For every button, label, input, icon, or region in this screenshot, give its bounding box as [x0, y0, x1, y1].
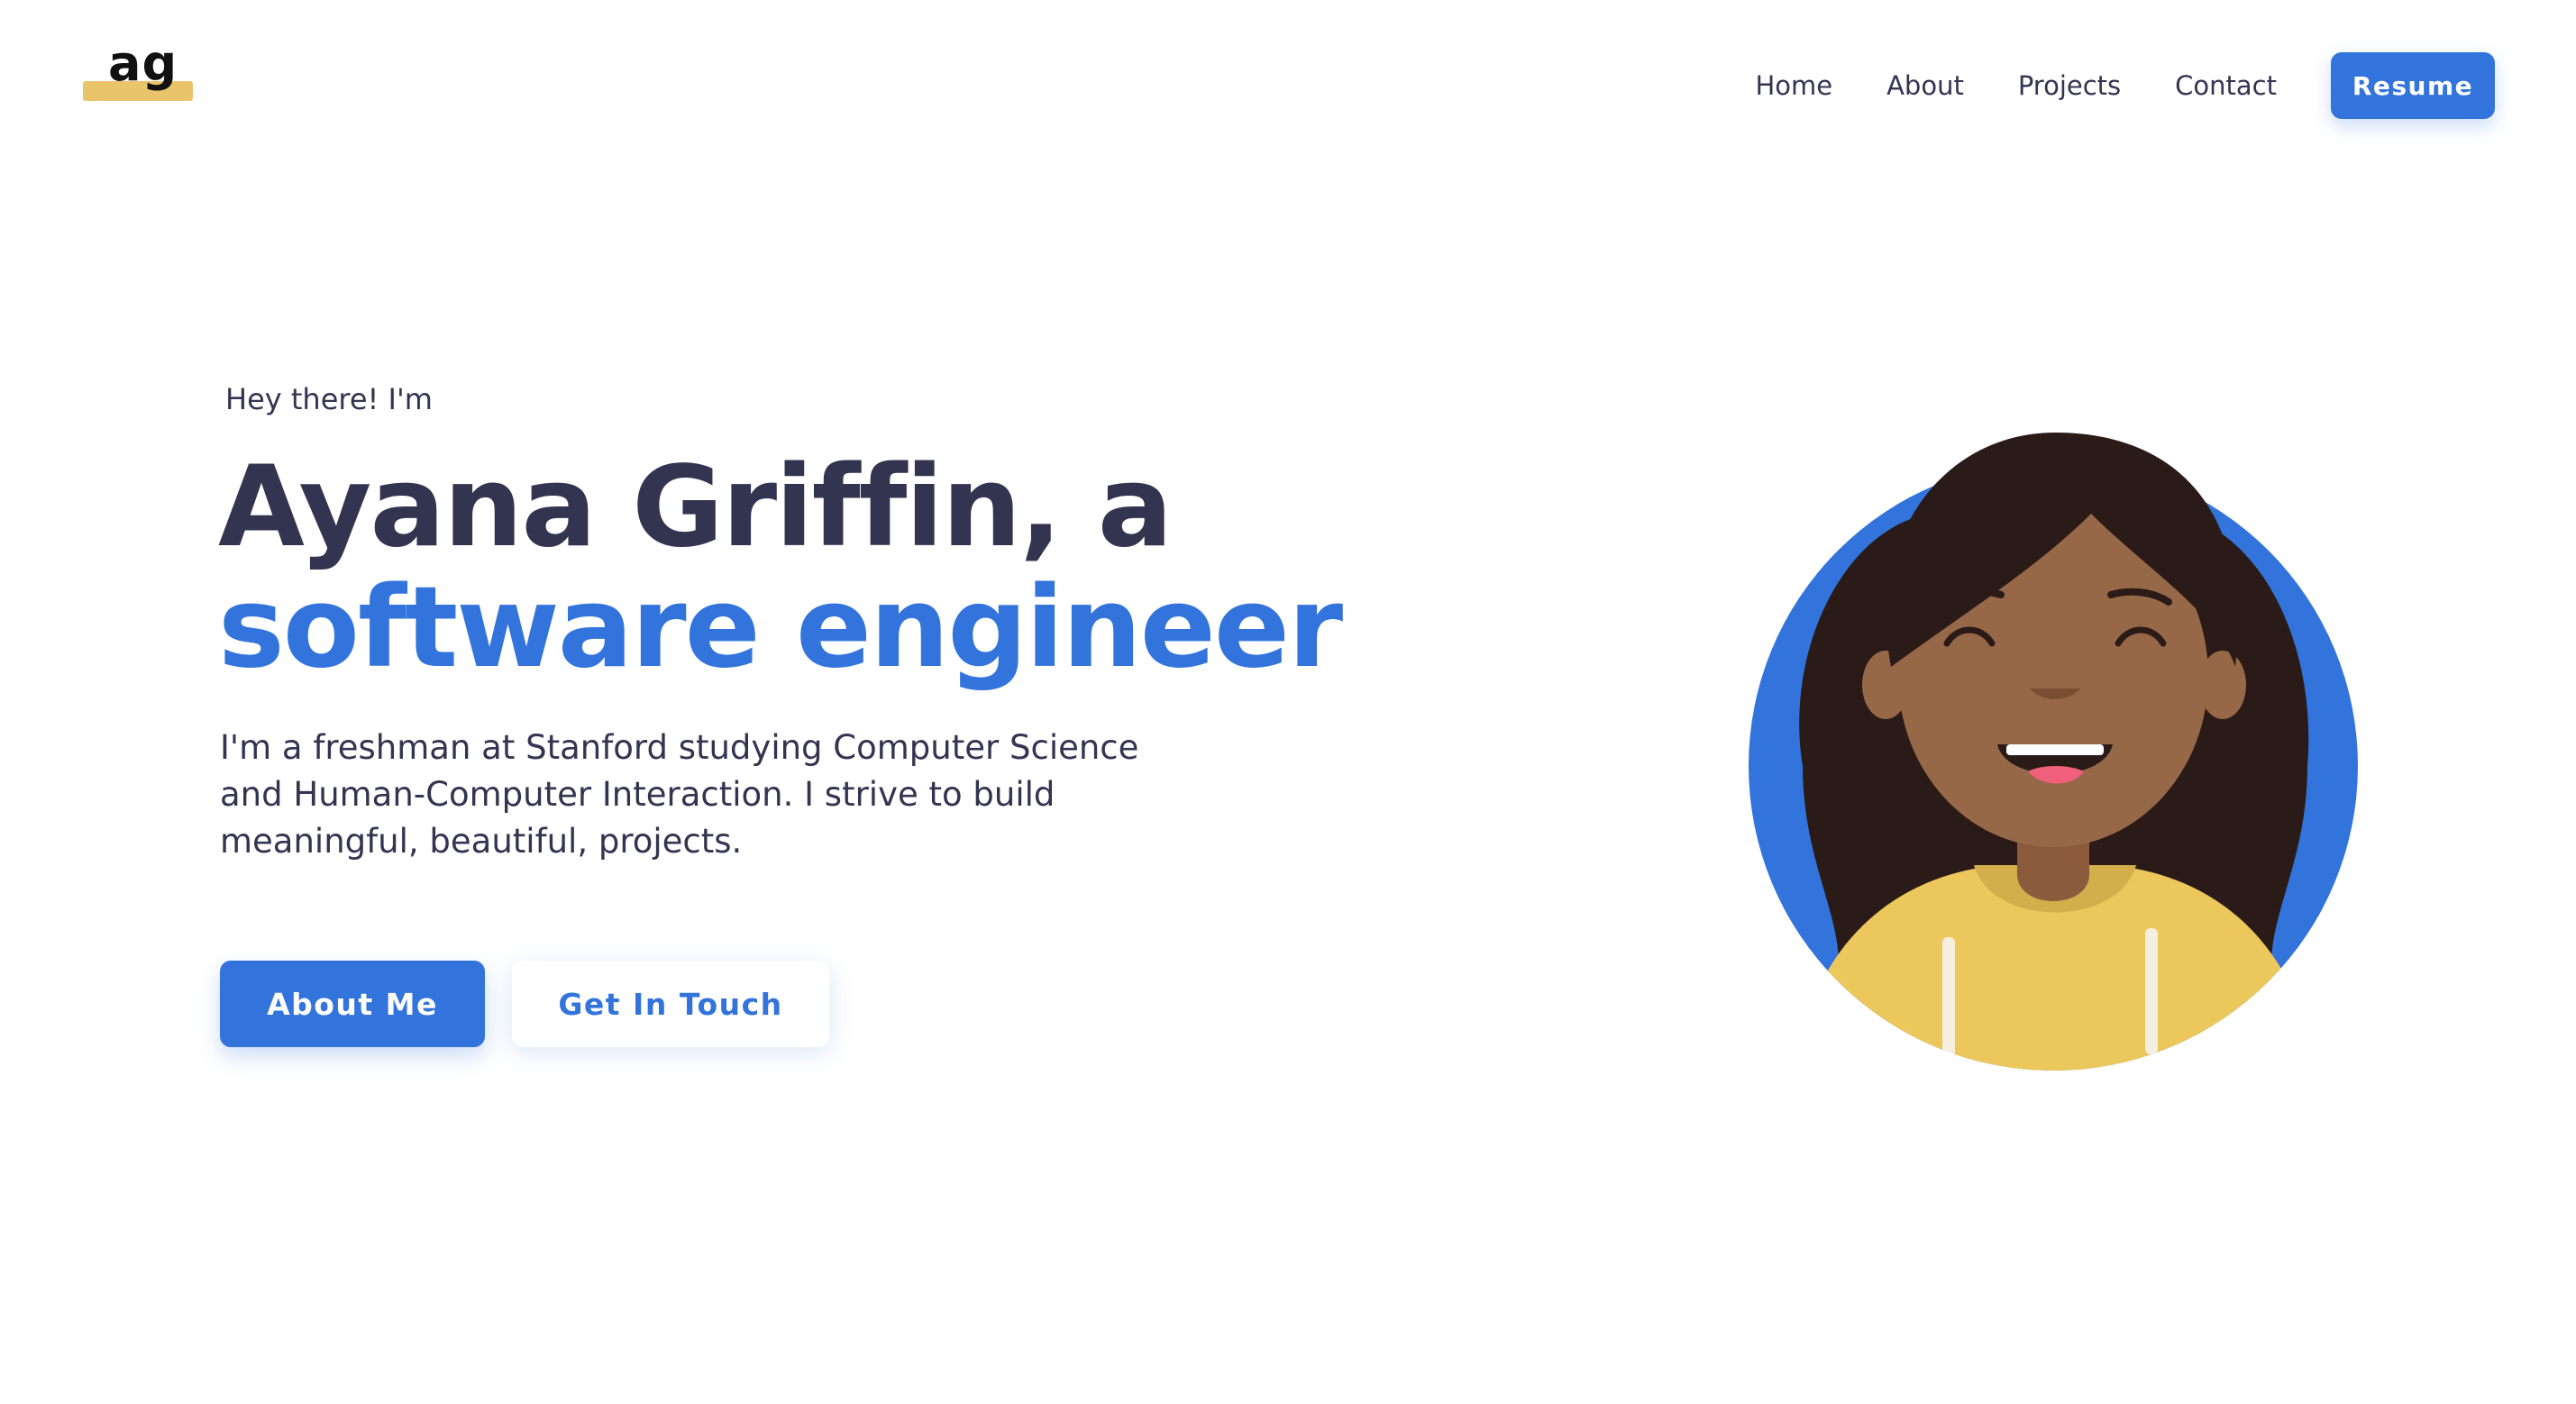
hero-title: Ayana Griffin, a software engineer — [218, 442, 1343, 693]
nav-about[interactable]: About — [1886, 70, 1964, 101]
nav-home[interactable]: Home — [1755, 70, 1832, 101]
hoodie-string-left — [1942, 937, 1955, 1071]
hero-title-name: Ayana Griffin, a — [218, 442, 1173, 572]
get-in-touch-button[interactable]: Get In Touch — [512, 961, 829, 1047]
about-me-button[interactable]: About Me — [220, 961, 485, 1047]
avatar-illustration — [1749, 433, 2358, 1071]
logo[interactable]: ag — [83, 40, 195, 115]
logo-text: ag — [108, 35, 178, 92]
hero-greeting: Hey there! I'm — [225, 382, 433, 416]
teeth — [2006, 744, 2104, 755]
main-nav: Home About Projects Contact Resume — [1755, 52, 2495, 119]
nav-contact[interactable]: Contact — [2175, 70, 2277, 101]
portfolio-page: ag Home About Projects Contact Resume He… — [0, 0, 2576, 1404]
hero-buttons: About Me Get In Touch — [220, 961, 829, 1047]
hero-description: I'm a freshman at Stanford studying Comp… — [220, 728, 1139, 861]
hoodie-string-right — [2145, 928, 2158, 1054]
resume-button[interactable]: Resume — [2331, 52, 2495, 119]
nav-projects[interactable]: Projects — [2018, 70, 2121, 101]
hero-title-role: software engineer — [218, 563, 1343, 693]
